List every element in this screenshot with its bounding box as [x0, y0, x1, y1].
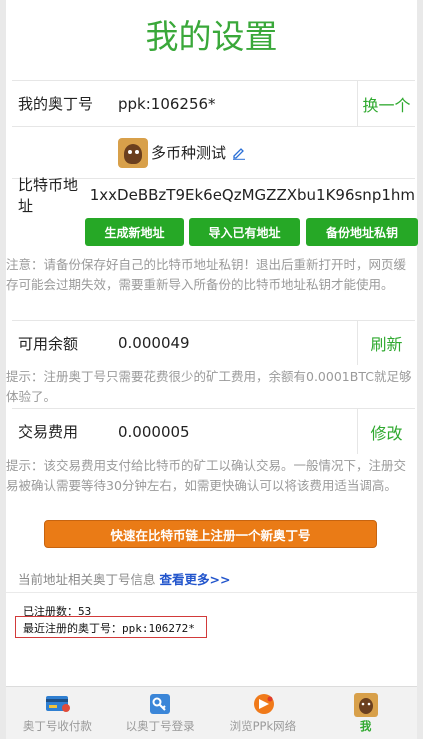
- balance-value: 0.000049: [118, 334, 190, 352]
- backup-note: 注意：请备份保存好自己的比特币地址私钥！退出后重新打开时，网页缓存可能会过期失效…: [6, 257, 407, 292]
- related-info: 当前地址相关奥丁号信息 查看更多>>: [18, 569, 230, 588]
- profile-name: 多币种测试: [151, 144, 227, 162]
- refresh-button[interactable]: 刷新: [357, 321, 415, 365]
- register-odin-button[interactable]: 快速在比特币链上注册一个新奥丁号: [44, 520, 377, 548]
- fee-note: 提示：该交易费用支付给比特币的矿工以确认交易。一般情况下，注册交易被确认需要等待…: [6, 458, 407, 493]
- odin-number-label: 我的奥丁号: [18, 95, 94, 113]
- odin-number-value: ppk:106256*: [118, 94, 216, 113]
- btc-address-row: 比特币地址 1xxDeBBzT9Ek6eQzMGZZXbu1K96snp1hm: [12, 176, 415, 215]
- key-icon: [148, 693, 172, 715]
- import-address-button[interactable]: 导入已有地址: [189, 218, 300, 246]
- modify-fee-button[interactable]: 修改: [357, 409, 415, 454]
- balance-row: 可用余额 0.000049 刷新: [12, 320, 415, 365]
- pencil-icon[interactable]: [232, 146, 246, 160]
- bottom-tab-bar: 奥丁号收付款 以奥丁号登录 浏览PPk网络 我: [6, 686, 417, 739]
- balance-note: 提示：注册奥丁号只需要花费很少的矿工费用，余额有0.0001BTC就足够体验了。: [6, 369, 412, 404]
- tab-payments[interactable]: 奥丁号收付款: [6, 687, 109, 739]
- fee-label: 交易费用: [18, 423, 79, 441]
- change-odin-button[interactable]: 换一个: [357, 81, 415, 126]
- fee-row: 交易费用 0.000005 修改: [12, 408, 415, 454]
- related-info-text: 当前地址相关奥丁号信息: [18, 572, 156, 587]
- tab-browse-ppk[interactable]: 浏览PPk网络: [212, 687, 315, 739]
- tab-login-label: 以奥丁号登录: [125, 718, 195, 733]
- bear-avatar-icon: [118, 137, 148, 168]
- tab-login[interactable]: 以奥丁号登录: [109, 687, 212, 739]
- page-title: 我的设置: [145, 17, 278, 56]
- ppk-logo-icon: [251, 693, 275, 715]
- tab-me-label: 我: [359, 718, 372, 733]
- profile-row: 多币种测试: [12, 126, 415, 178]
- view-more-link[interactable]: 查看更多>>: [160, 572, 231, 587]
- divider: [6, 592, 417, 593]
- odin-number-row: 我的奥丁号 ppk:106256* 换一个: [12, 80, 415, 126]
- generate-address-button[interactable]: 生成新地址: [85, 218, 184, 246]
- latest-registered: 最近注册的奥丁号：ppk:106272*: [23, 622, 195, 635]
- btc-address-value: 1xxDeBBzT9Ek6eQzMGZZXbu1K96snp1hm: [89, 185, 415, 204]
- fee-value: 0.000005: [118, 422, 190, 441]
- card-icon: [45, 693, 71, 715]
- tab-browse-ppk-label: 浏览PPk网络: [229, 718, 297, 733]
- bear-avatar-icon: [353, 692, 378, 717]
- btc-address-label: 比特币地址: [18, 175, 79, 215]
- balance-label: 可用余额: [18, 334, 79, 353]
- tab-payments-label: 奥丁号收付款: [22, 718, 92, 733]
- backup-private-key-button[interactable]: 备份地址私钥: [306, 218, 418, 246]
- tab-me[interactable]: 我: [314, 687, 417, 739]
